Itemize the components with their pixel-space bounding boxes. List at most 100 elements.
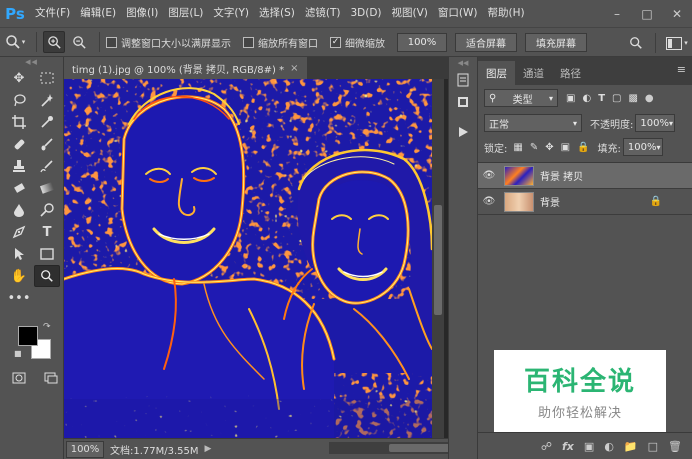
swap-colors-icon[interactable]: ↷ [43, 322, 51, 332]
filter-type-icon[interactable]: T [598, 93, 605, 104]
workspace-icon[interactable]: ▾ [662, 32, 692, 54]
filter-smart-object-icon[interactable]: ▩ [628, 93, 637, 104]
adjustment-layer-icon[interactable]: ◐ [604, 440, 614, 453]
fit-screen-button[interactable]: 适合屏幕 [455, 32, 517, 52]
zoom-out-icon[interactable] [68, 31, 90, 53]
magic-wand-tool-icon[interactable] [34, 89, 60, 111]
filter-adjustment-icon[interactable]: ◐ [582, 93, 591, 104]
history-brush-tool-icon[interactable] [34, 155, 60, 177]
filter-shape-icon[interactable]: ▢ [612, 93, 621, 104]
menu-view[interactable]: 视图(V) [387, 0, 433, 27]
resize-windows-checkbox[interactable] [106, 36, 117, 48]
menu-file[interactable]: 文件(F) [30, 0, 75, 27]
filter-toggle-icon[interactable]: ● [645, 93, 654, 104]
zoom-tool-preset-icon[interactable]: ▾ [0, 31, 30, 53]
gradient-tool-icon[interactable] [34, 177, 60, 199]
foreground-color-swatch[interactable] [18, 326, 38, 346]
history-panel-icon[interactable] [449, 69, 477, 91]
layer-filter-dropdown[interactable]: ⚲ 类型 ▾ [484, 89, 558, 107]
zoom-tool-icon[interactable] [34, 265, 60, 287]
delete-layer-icon[interactable]: 🗑 [668, 440, 682, 453]
blend-mode-dropdown[interactable]: 正常 ▾ [484, 114, 582, 132]
menu-filter[interactable]: 滤镜(T) [300, 0, 346, 27]
zoom-in-icon[interactable] [43, 31, 65, 53]
scrubby-zoom-option[interactable]: ✓ 细微缩放 [330, 35, 385, 50]
vertical-scroll-thumb[interactable] [434, 205, 442, 315]
tab-channels[interactable]: 通道 [515, 61, 552, 85]
link-layers-icon[interactable]: ☍ [541, 440, 552, 453]
panel-menu-icon[interactable]: ≡ [677, 63, 686, 76]
minimize-icon[interactable]: – [602, 0, 632, 27]
lock-position-icon[interactable]: ✥ [545, 142, 553, 153]
strip-grip[interactable]: ◀◀ [449, 57, 477, 69]
crop-tool-icon[interactable] [6, 111, 32, 133]
eyedropper-tool-icon[interactable] [34, 111, 60, 133]
maximize-icon[interactable]: □ [632, 0, 662, 27]
more-tools-icon[interactable]: ••• [6, 287, 32, 309]
move-tool-icon[interactable]: ✥ [6, 67, 32, 89]
actions-play-icon[interactable] [449, 121, 477, 143]
menu-layer[interactable]: 图层(L) [163, 0, 208, 27]
lock-image-icon[interactable]: ✎ [530, 142, 538, 153]
zoom-100-button[interactable]: 100% [397, 32, 447, 52]
lock-all-icon[interactable]: 🔒 [577, 142, 589, 153]
properties-panel-icon[interactable] [449, 91, 477, 113]
status-zoom-field[interactable]: 100% [66, 440, 104, 458]
menu-3d[interactable]: 3D(D) [345, 0, 386, 27]
lock-artboard-icon[interactable]: ▣ [561, 142, 570, 153]
type-tool-icon[interactable]: T [34, 221, 60, 243]
close-document-icon[interactable]: × [290, 63, 298, 74]
healing-brush-tool-icon[interactable] [6, 133, 32, 155]
screen-mode-icon[interactable] [38, 367, 64, 389]
new-group-icon[interactable]: 📁 [624, 440, 638, 453]
dodge-tool-icon[interactable] [34, 199, 60, 221]
quick-mask-icon[interactable] [6, 367, 32, 389]
menu-help[interactable]: 帮助(H) [483, 0, 530, 27]
opacity-field[interactable]: 100% ▾ [635, 114, 676, 132]
status-menu-arrow-icon[interactable]: ▶ [205, 444, 212, 454]
canvas-area[interactable] [64, 79, 448, 438]
path-selection-tool-icon[interactable] [6, 243, 32, 265]
blur-tool-icon[interactable] [6, 199, 32, 221]
lock-transparent-icon[interactable]: ▦ [513, 142, 522, 153]
separator [655, 33, 656, 53]
tab-layers[interactable]: 图层 [478, 61, 515, 85]
fill-field[interactable]: 100% ▾ [622, 138, 663, 156]
layer-thumbnail [504, 165, 534, 186]
clone-stamp-tool-icon[interactable] [6, 155, 32, 177]
menu-bar: Ps 文件(F) 编辑(E) 图像(I) 图层(L) 文字(Y) 选择(S) 滤… [0, 0, 692, 27]
resize-windows-option[interactable]: 调整窗口大小以满屏显示 [106, 35, 231, 50]
document-tab[interactable]: timg (1).jpg @ 100% (背景 拷贝, RGB/8#) * × [64, 57, 308, 79]
menu-edit[interactable]: 编辑(E) [75, 0, 121, 27]
layer-row[interactable]: 👁 背景 拷贝 [478, 163, 692, 189]
marquee-tool-icon[interactable] [34, 67, 60, 89]
default-colors-icon[interactable]: ■ [14, 349, 22, 358]
eraser-tool-icon[interactable] [6, 177, 32, 199]
menu-image[interactable]: 图像(I) [121, 0, 163, 27]
filter-pixel-icon[interactable]: ▣ [566, 93, 575, 104]
menu-window[interactable]: 窗口(W) [433, 0, 483, 27]
lasso-tool-icon[interactable] [6, 89, 32, 111]
layer-style-icon[interactable]: fx [562, 440, 574, 453]
toolbar-grip[interactable]: ◀◀ [0, 57, 63, 67]
menu-select[interactable]: 选择(S) [254, 0, 300, 27]
new-layer-icon[interactable]: □ [648, 440, 658, 453]
fill-screen-button[interactable]: 填充屏幕 [525, 32, 587, 52]
add-mask-icon[interactable]: ▣ [584, 440, 594, 453]
search-icon[interactable] [623, 32, 649, 54]
zoom-all-windows-checkbox[interactable] [243, 36, 254, 48]
scrubby-zoom-checkbox[interactable]: ✓ [330, 36, 341, 48]
tab-paths[interactable]: 路径 [552, 61, 589, 85]
vertical-scrollbar[interactable] [432, 79, 444, 438]
brush-tool-icon[interactable] [34, 133, 60, 155]
hand-tool-icon[interactable]: ✋ [6, 265, 32, 287]
eye-icon[interactable]: 👁 [478, 196, 500, 207]
rectangle-tool-icon[interactable] [34, 243, 60, 265]
menu-type[interactable]: 文字(Y) [208, 0, 254, 27]
layer-row[interactable]: 👁 背景 🔒 [478, 189, 692, 215]
close-window-icon[interactable]: ✕ [662, 0, 692, 27]
eye-icon[interactable]: 👁 [478, 170, 500, 181]
pen-tool-icon[interactable] [6, 221, 32, 243]
zoom-all-windows-option[interactable]: 缩放所有窗口 [243, 35, 318, 50]
watermark-subtitle: 助你轻松解决 [537, 406, 622, 421]
